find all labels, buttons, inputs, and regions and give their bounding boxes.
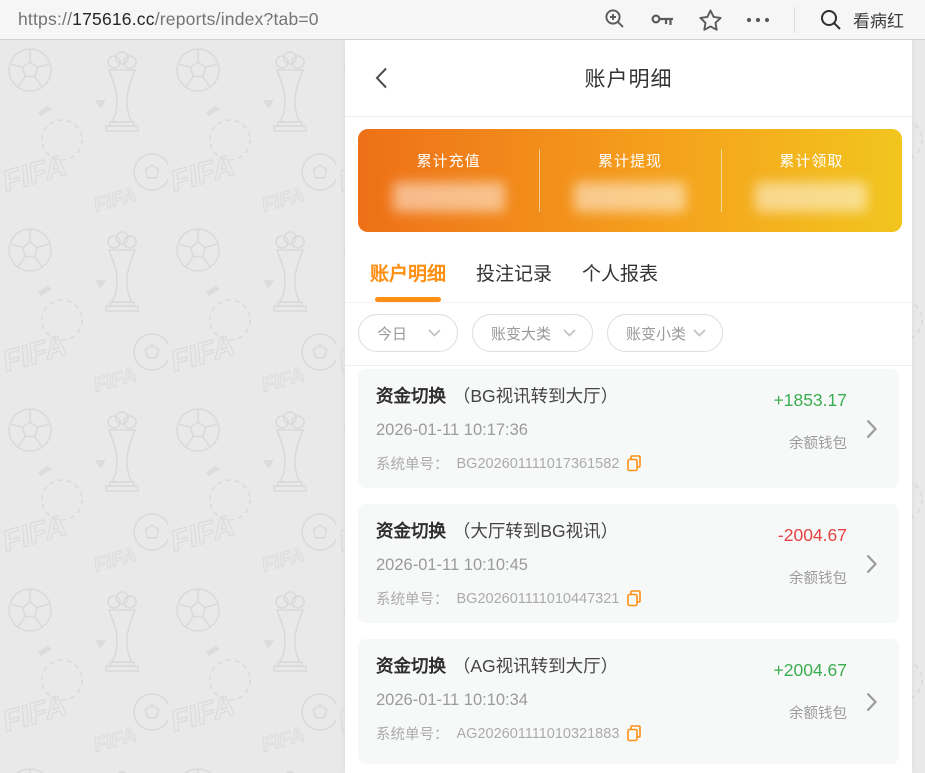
copy-icon[interactable]: [627, 725, 641, 742]
tab-bet-records[interactable]: 投注记录: [476, 259, 552, 302]
chevron-down-icon: [563, 329, 576, 337]
transaction-datetime: 2026-01-11 10:10:34: [376, 691, 803, 710]
filter-minor-type-dropdown[interactable]: 账变小类: [607, 314, 723, 352]
transaction-title: 资金切换 （BG视讯转到大厅）: [376, 383, 803, 408]
transaction-order-row: 系统单号： BG202601111010447321: [376, 588, 803, 609]
amount-block: +1853.17 余额钱包: [774, 390, 847, 453]
transaction-detail: （AG视讯转到大厅）: [453, 656, 618, 676]
filter-label: 账变大类: [491, 323, 551, 344]
transaction-amount: -2004.67: [778, 525, 847, 546]
tab-label: 个人报表: [582, 264, 658, 285]
summary-total-claimed: 累计领取: [721, 129, 902, 232]
transaction-row[interactable]: 资金切换 （AG视讯转到大厅） 2026-01-11 10:10:34 系统单号…: [358, 639, 899, 764]
order-number: BG202601111017361582: [457, 456, 620, 472]
order-label: 系统单号：: [376, 453, 449, 474]
wallet-label: 余额钱包: [778, 567, 847, 588]
wallet-label: 余额钱包: [774, 432, 847, 453]
masked-value: [755, 182, 867, 212]
copy-icon[interactable]: [627, 455, 641, 472]
chevron-right-icon[interactable]: [866, 692, 877, 712]
search-icon: [819, 8, 843, 32]
transaction-order-row: 系统单号： AG202601111010321883: [376, 723, 803, 744]
summary-label: 累计提现: [598, 150, 662, 171]
zoom-in-icon[interactable]: [604, 8, 627, 31]
page-header: 账户明细: [345, 40, 912, 117]
order-label: 系统单号：: [376, 723, 449, 744]
key-icon[interactable]: [651, 12, 675, 28]
filter-label: 账变小类: [626, 323, 686, 344]
transaction-type: 资金切换: [376, 386, 446, 406]
order-label: 系统单号：: [376, 588, 449, 609]
url-path: /reports/index?tab=0: [155, 9, 319, 29]
transaction-datetime: 2026-01-11 10:10:45: [376, 556, 803, 575]
chevron-left-icon: [375, 67, 388, 89]
masked-value: [574, 182, 686, 212]
summary-total-withdraw: 累计提现: [539, 129, 720, 232]
summary-label: 累计充值: [417, 150, 481, 171]
filter-date-dropdown[interactable]: 今日: [358, 314, 458, 352]
page-title: 账户明细: [585, 63, 673, 93]
search-query-text: 看病红: [853, 7, 904, 32]
browser-toolbar: https://175616.cc/reports/index?tab=0: [0, 0, 925, 40]
star-icon[interactable]: [699, 9, 722, 31]
transaction-amount: +2004.67: [774, 660, 847, 681]
transaction-title: 资金切换 （大厅转到BG视讯）: [376, 518, 803, 543]
filter-bar: 今日 账变大类 账变小类: [345, 303, 912, 366]
masked-value: [393, 182, 505, 212]
transaction-datetime: 2026-01-11 10:17:36: [376, 421, 803, 440]
transaction-order-row: 系统单号： BG202601111017361582: [376, 453, 803, 474]
transaction-row[interactable]: 资金切换 （BG视讯转到大厅） 2026-01-11 10:17:36 系统单号…: [358, 369, 899, 488]
toolbar-divider: [794, 7, 795, 33]
transaction-row[interactable]: 资金切换 （大厅转到BG视讯） 2026-01-11 10:10:45 系统单号…: [358, 504, 899, 623]
amount-block: -2004.67 余额钱包: [778, 525, 847, 588]
amount-block: +2004.67 余额钱包: [774, 660, 847, 723]
active-tab-indicator: [375, 297, 441, 302]
url-domain: 175616.cc: [72, 9, 155, 29]
chevron-down-icon: [428, 329, 441, 337]
copy-icon[interactable]: [627, 590, 641, 607]
filter-label: 今日: [377, 323, 407, 344]
toolbar-icons: 看病红: [604, 7, 925, 33]
tab-personal-report[interactable]: 个人报表: [582, 259, 658, 302]
summary-label: 累计领取: [779, 150, 843, 171]
transaction-type: 资金切换: [376, 656, 446, 676]
transaction-list: 资金切换 （BG视讯转到大厅） 2026-01-11 10:17:36 系统单号…: [345, 366, 912, 764]
mobile-page: 账户明细 累计充值 累计提现 累计领取 账户明细 投注记录 个人报表 今日: [345, 40, 912, 773]
url-scheme: https://: [18, 9, 72, 29]
summary-card: 累计充值 累计提现 累计领取: [358, 129, 902, 232]
chevron-right-icon[interactable]: [866, 554, 877, 574]
tab-label: 投注记录: [476, 264, 552, 285]
filter-major-type-dropdown[interactable]: 账变大类: [472, 314, 593, 352]
order-number: AG202601111010321883: [457, 726, 620, 742]
summary-total-deposit: 累计充值: [358, 129, 539, 232]
transaction-detail: （BG视讯转到大厅）: [453, 386, 618, 406]
transaction-title: 资金切换 （AG视讯转到大厅）: [376, 653, 803, 678]
wallet-label: 余额钱包: [774, 702, 847, 723]
order-number: BG202601111010447321: [457, 591, 620, 607]
tab-bar: 账户明细 投注记录 个人报表: [345, 232, 912, 302]
address-bar[interactable]: https://175616.cc/reports/index?tab=0: [0, 9, 604, 30]
ellipsis-icon[interactable]: [746, 17, 770, 23]
tab-label: 账户明细: [370, 264, 446, 285]
chevron-right-icon[interactable]: [866, 419, 877, 439]
tab-account-detail[interactable]: 账户明细: [370, 259, 446, 302]
transaction-detail: （大厅转到BG视讯）: [453, 521, 618, 541]
transaction-amount: +1853.17: [774, 390, 847, 411]
quick-search-box[interactable]: 看病红: [819, 7, 911, 32]
transaction-type: 资金切换: [376, 521, 446, 541]
back-button[interactable]: [367, 40, 396, 116]
chevron-down-icon: [693, 329, 706, 337]
